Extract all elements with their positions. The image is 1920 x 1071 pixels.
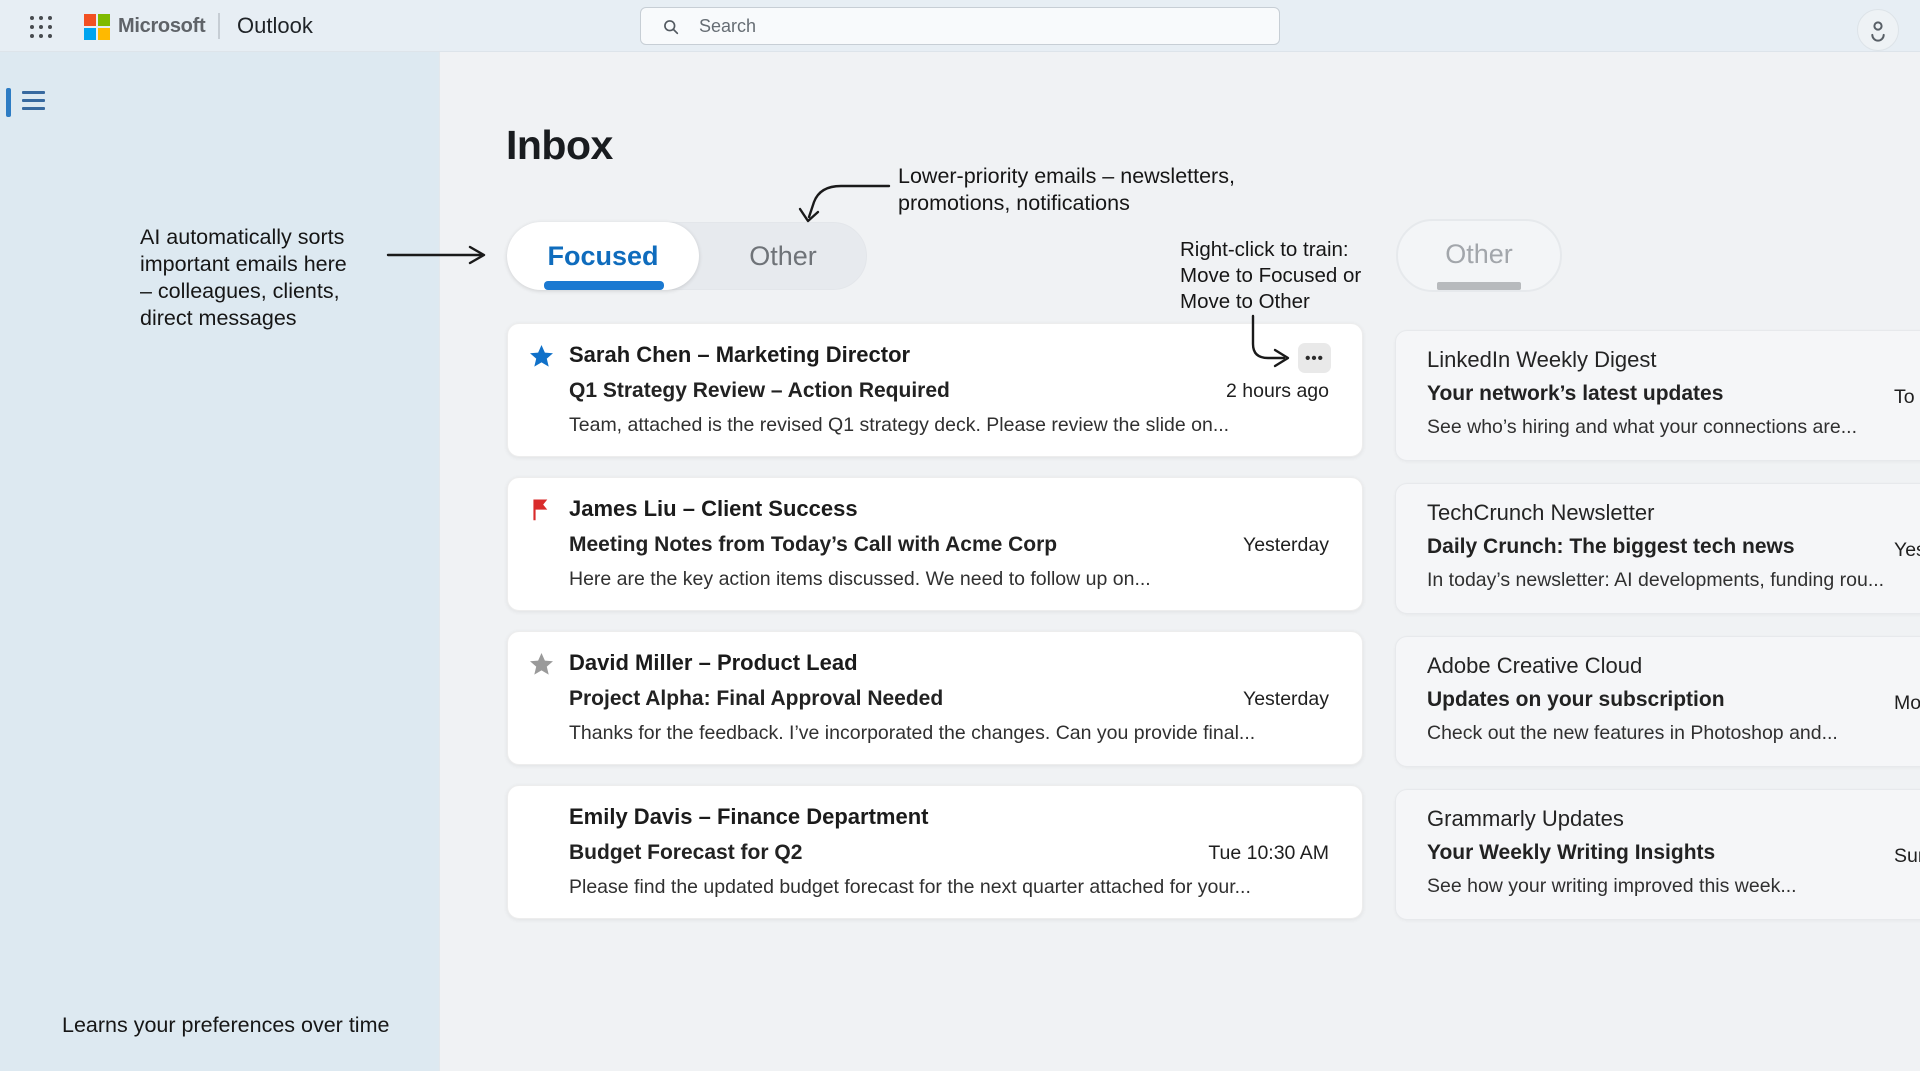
- email-item[interactable]: David Miller – Product Lead Project Alph…: [507, 631, 1363, 765]
- microsoft-logo-icon: [84, 14, 110, 40]
- email-item[interactable]: Emily Davis – Finance Department Budget …: [507, 785, 1363, 919]
- email-sender: TechCrunch Newsletter: [1427, 499, 1920, 527]
- email-sender: Emily Davis – Finance Department: [569, 803, 1329, 831]
- annotation-line: Lower-priority emails – newsletters,: [898, 163, 1318, 190]
- tab-focused-label: Focused: [547, 241, 658, 272]
- email-sender: David Miller – Product Lead: [569, 649, 1329, 677]
- email-time: Sun: [1894, 845, 1920, 868]
- email-subject: Updates on your subscription: [1427, 687, 1920, 713]
- menu-toggle-button[interactable]: [22, 85, 52, 115]
- annotation-ai-sorts: AI automatically sorts important emails …: [140, 224, 400, 332]
- email-item[interactable]: TechCrunch Newsletter Daily Crunch: The …: [1395, 483, 1920, 614]
- focused-email-list: Sarah Chen – Marketing Director Q1 Strat…: [507, 323, 1363, 919]
- annotation-line: Learns your preferences over time: [62, 1012, 462, 1039]
- email-subject: Your Weekly Writing Insights: [1427, 840, 1920, 866]
- email-sender: LinkedIn Weekly Digest: [1427, 346, 1920, 374]
- tab-other-label: Other: [749, 241, 817, 272]
- annotation-lower-priority: Lower-priority emails – newsletters, pro…: [898, 163, 1318, 217]
- annotation-line: Right-click to train:: [1180, 237, 1410, 263]
- microsoft-wordmark: Microsoft: [118, 15, 205, 38]
- email-item[interactable]: LinkedIn Weekly Digest Your network’s la…: [1395, 330, 1920, 461]
- annotation-line: direct messages: [140, 305, 400, 332]
- email-item[interactable]: Sarah Chen – Marketing Director Q1 Strat…: [507, 323, 1363, 457]
- brand-divider: [218, 13, 220, 39]
- app-name: Outlook: [237, 13, 313, 39]
- tab-focused[interactable]: Focused: [507, 222, 699, 290]
- email-time: Yest: [1894, 539, 1920, 562]
- email-time: Yesterday: [1243, 534, 1329, 557]
- other-panel-tab-underline: [1437, 282, 1521, 290]
- person-icon: [1866, 18, 1890, 42]
- email-time: Mor: [1894, 692, 1920, 715]
- sidebar: [0, 52, 440, 1071]
- star-gray-icon[interactable]: [528, 651, 555, 678]
- email-time: 2 hours ago: [1226, 380, 1329, 403]
- annotation-line: AI automatically sorts: [140, 224, 400, 251]
- email-preview: Here are the key action items discussed.…: [569, 567, 1329, 592]
- email-item[interactable]: James Liu – Client Success Meeting Notes…: [507, 477, 1363, 611]
- annotation-line: – colleagues, clients,: [140, 278, 400, 305]
- app-launcher-button[interactable]: [29, 15, 53, 39]
- annotation-right-click-train: Right-click to train: Move to Focused or…: [1180, 237, 1410, 315]
- email-sender: Grammarly Updates: [1427, 805, 1920, 833]
- tab-focused-underline: [544, 281, 664, 290]
- email-item[interactable]: Adobe Creative Cloud Updates on your sub…: [1395, 636, 1920, 767]
- other-panel-tab[interactable]: Other: [1396, 219, 1562, 292]
- email-preview: See how your writing improved this week.…: [1427, 874, 1920, 899]
- email-preview: Please find the updated budget forecast …: [569, 875, 1329, 900]
- email-sender: James Liu – Client Success: [569, 495, 1329, 523]
- email-time: Yesterday: [1243, 688, 1329, 711]
- page-title: Inbox: [506, 122, 613, 169]
- more-options-button[interactable]: •••: [1298, 343, 1331, 373]
- email-preview: Check out the new features in Photoshop …: [1427, 721, 1920, 746]
- email-time: Tue 10:30 AM: [1208, 842, 1329, 865]
- other-panel-tab-label: Other: [1398, 239, 1560, 270]
- email-subject: Daily Crunch: The biggest tech news: [1427, 534, 1920, 560]
- email-subject: Q1 Strategy Review – Action Required: [569, 378, 1210, 404]
- outlook-window: Microsoft Outlook Inbox Focused Oth: [0, 0, 1920, 1071]
- inbox-tabs: Focused Other: [507, 222, 867, 290]
- search-box[interactable]: [640, 7, 1280, 45]
- annotation-learns-preferences: Learns your preferences over time: [62, 1012, 462, 1039]
- email-sender: Adobe Creative Cloud: [1427, 652, 1920, 680]
- email-item[interactable]: Grammarly Updates Your Weekly Writing In…: [1395, 789, 1920, 920]
- email-time: To: [1894, 386, 1915, 409]
- star-filled-blue-icon[interactable]: [528, 343, 555, 370]
- email-preview: In today’s newsletter: AI developments, …: [1427, 568, 1920, 593]
- email-preview: Team, attached is the revised Q1 strateg…: [569, 413, 1329, 438]
- search-input[interactable]: [641, 8, 1279, 44]
- email-subject: Budget Forecast for Q2: [569, 840, 1192, 866]
- email-subject: Meeting Notes from Today’s Call with Acm…: [569, 532, 1227, 558]
- annotation-line: Move to Focused or: [1180, 263, 1410, 289]
- profile-button[interactable]: [1857, 9, 1899, 51]
- topbar: Microsoft Outlook: [0, 0, 1920, 52]
- annotation-line: important emails here: [140, 251, 400, 278]
- email-sender: Sarah Chen – Marketing Director: [569, 341, 1329, 369]
- email-preview: Thanks for the feedback. I’ve incorporat…: [569, 721, 1329, 746]
- email-subject: Your network’s latest updates: [1427, 381, 1920, 407]
- email-preview: See who’s hiring and what your connectio…: [1427, 415, 1920, 440]
- annotation-line: promotions, notifications: [898, 190, 1318, 217]
- annotation-line: Move to Other: [1180, 289, 1410, 315]
- nav-accent-bar: [6, 88, 11, 117]
- email-subject: Project Alpha: Final Approval Needed: [569, 686, 1227, 712]
- other-email-list: LinkedIn Weekly Digest Your network’s la…: [1395, 330, 1920, 920]
- tab-other[interactable]: Other: [700, 223, 866, 289]
- flag-red-icon[interactable]: [528, 497, 554, 523]
